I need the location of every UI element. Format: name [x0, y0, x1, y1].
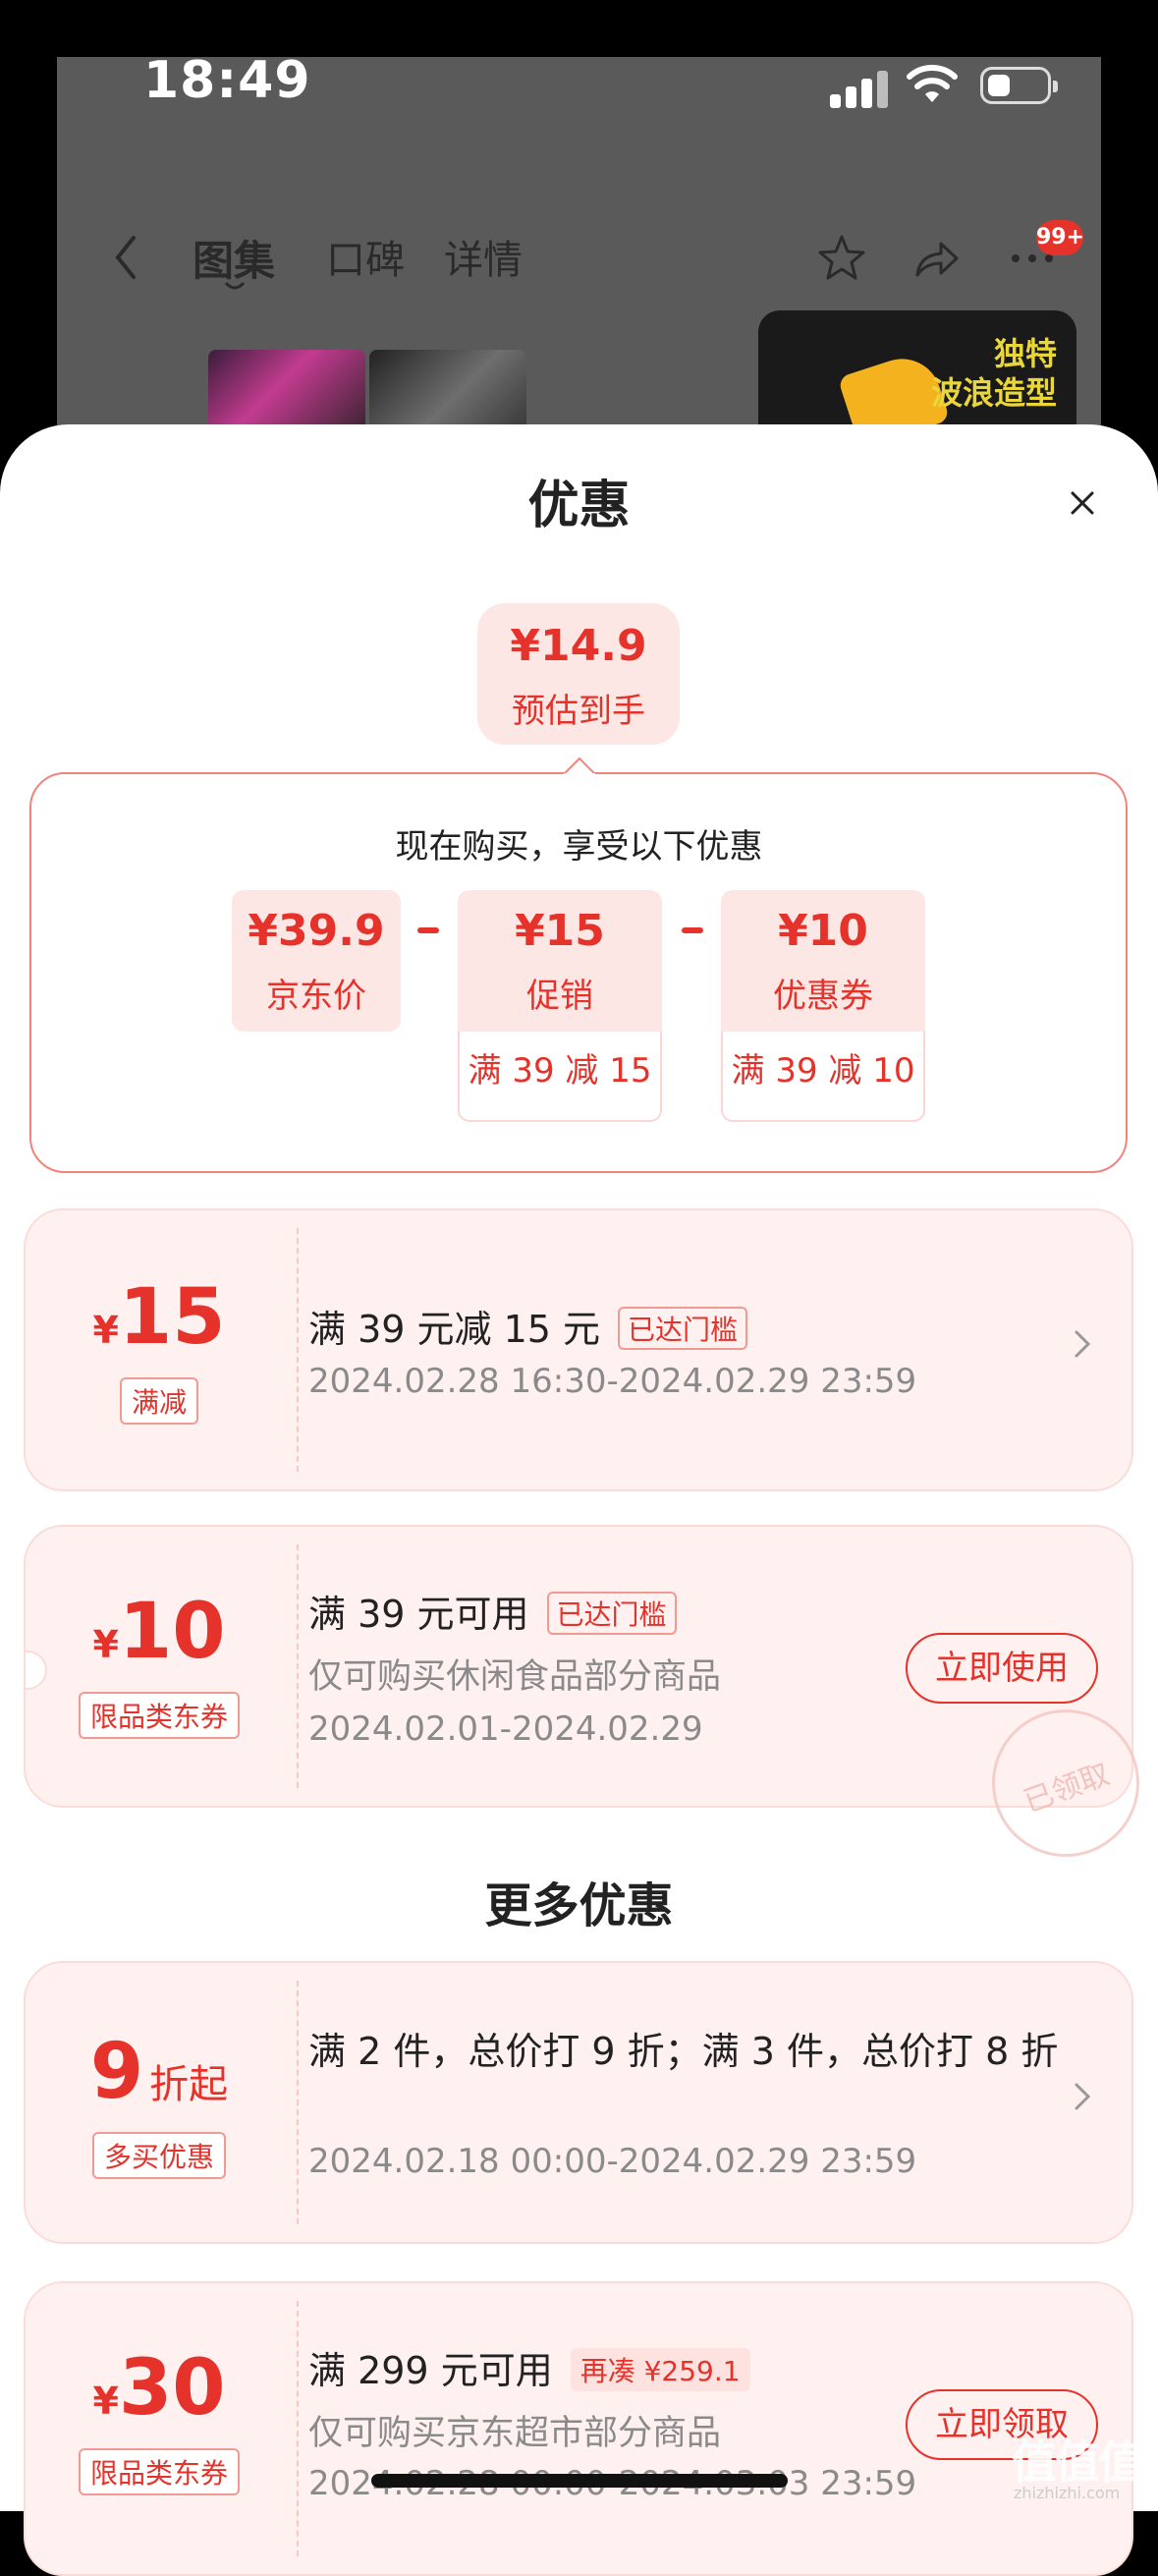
coupon-scope: 仅可购买京东超市部分商品	[308, 2414, 722, 2453]
calc-label: 京东价	[266, 977, 366, 1016]
tab-reviews[interactable]: 口碑	[326, 228, 405, 285]
claimed-stamp: 已领取	[992, 1709, 1139, 1857]
chevron-right-icon[interactable]	[1073, 2079, 1094, 2114]
promo-text: 独特 波浪造型	[930, 335, 1057, 412]
chevron-right-icon[interactable]	[1073, 1326, 1094, 1362]
coupon-date: 2024.02.28 16:30-2024.02.29 23:59	[308, 1362, 917, 1401]
estimated-price-label: 预估到手	[512, 692, 645, 731]
coupon-amount: ¥15	[92, 1273, 226, 1362]
coupon-scope: 仅可购买休闲食品部分商品	[308, 1657, 722, 1697]
summary-title: 现在购买，享受以下优惠	[395, 827, 763, 867]
wifi-icon	[907, 65, 958, 102]
calc-jd-price: ¥39.9 京东价	[232, 890, 401, 1032]
calc-label: 优惠券	[773, 977, 873, 1016]
battery-icon	[980, 67, 1058, 104]
pointer-icon	[564, 756, 595, 776]
coupon-type-tag: 限品类东券	[24, 1692, 295, 1739]
calc-label: 促销	[526, 977, 593, 1016]
coupon-date: 2024.02.01-2024.02.29	[308, 1709, 703, 1749]
offer-date: 2024.02.18 00:00-2024.02.29 23:59	[308, 2142, 917, 2181]
offer-title: 满 2 件，总价打 9 折；满 3 件，总价打 8 折	[308, 2030, 1059, 2073]
use-now-button[interactable]: 立即使用	[906, 1633, 1098, 1704]
coupon-amount: ¥10	[92, 1588, 226, 1676]
close-icon[interactable]	[1065, 485, 1100, 521]
coupon-title: 满 299 元可用 再凑 ¥259.1	[308, 2340, 750, 2395]
offer-amount: 9 折起	[89, 2028, 229, 2116]
signal-icon	[830, 67, 895, 108]
back-icon[interactable]	[104, 228, 147, 287]
calc-amount: ¥10	[778, 906, 868, 956]
star-icon[interactable]	[815, 232, 868, 285]
home-indicator[interactable]	[371, 2474, 788, 2488]
sheet-title: 优惠	[527, 476, 631, 535]
threshold-badge: 已达门槛	[546, 1591, 677, 1635]
estimated-price: ¥14.9	[510, 621, 647, 671]
message-badge: 99+	[1036, 220, 1084, 255]
coupon-amount: ¥30	[92, 2344, 226, 2433]
remaining-badge: 再凑 ¥259.1	[570, 2347, 750, 2391]
tab-gallery[interactable]: 图集	[193, 228, 275, 288]
offer-type-tag: 多买优惠	[24, 2132, 295, 2179]
threshold-badge: 已达门槛	[618, 1306, 748, 1350]
calc-promotion: ¥15 促销	[458, 890, 662, 1032]
watermark-url: zhizhizhi.com	[1014, 2484, 1121, 2502]
coupon-title: 满 39 元减 15 元已达门槛	[308, 1299, 748, 1354]
calc-promotion-condition: 满 39 减 15	[458, 1032, 662, 1122]
minus-icon	[682, 927, 703, 933]
coupon-type-tag: 限品类东券	[24, 2448, 295, 2495]
calc-coupon: ¥10 优惠券	[721, 890, 925, 1032]
share-icon[interactable]	[910, 232, 963, 285]
minus-icon	[417, 927, 439, 933]
coupon-type-tag: 满减	[24, 1377, 295, 1425]
tab-details[interactable]: 详情	[444, 228, 523, 285]
watermark-logo: 值值值	[1012, 2436, 1143, 2489]
calc-amount: ¥15	[515, 906, 605, 956]
calc-amount: ¥39.9	[248, 906, 385, 956]
more-offers-title: 更多优惠	[484, 1878, 674, 1933]
estimated-price-box: ¥14.9 预估到手	[477, 603, 680, 745]
tab-indicator-icon	[224, 281, 246, 290]
calc-coupon-condition: 满 39 减 10	[721, 1032, 925, 1122]
coupon-title: 满 39 元可用 已达门槛	[308, 1584, 677, 1639]
status-time: 18:49	[143, 51, 311, 110]
